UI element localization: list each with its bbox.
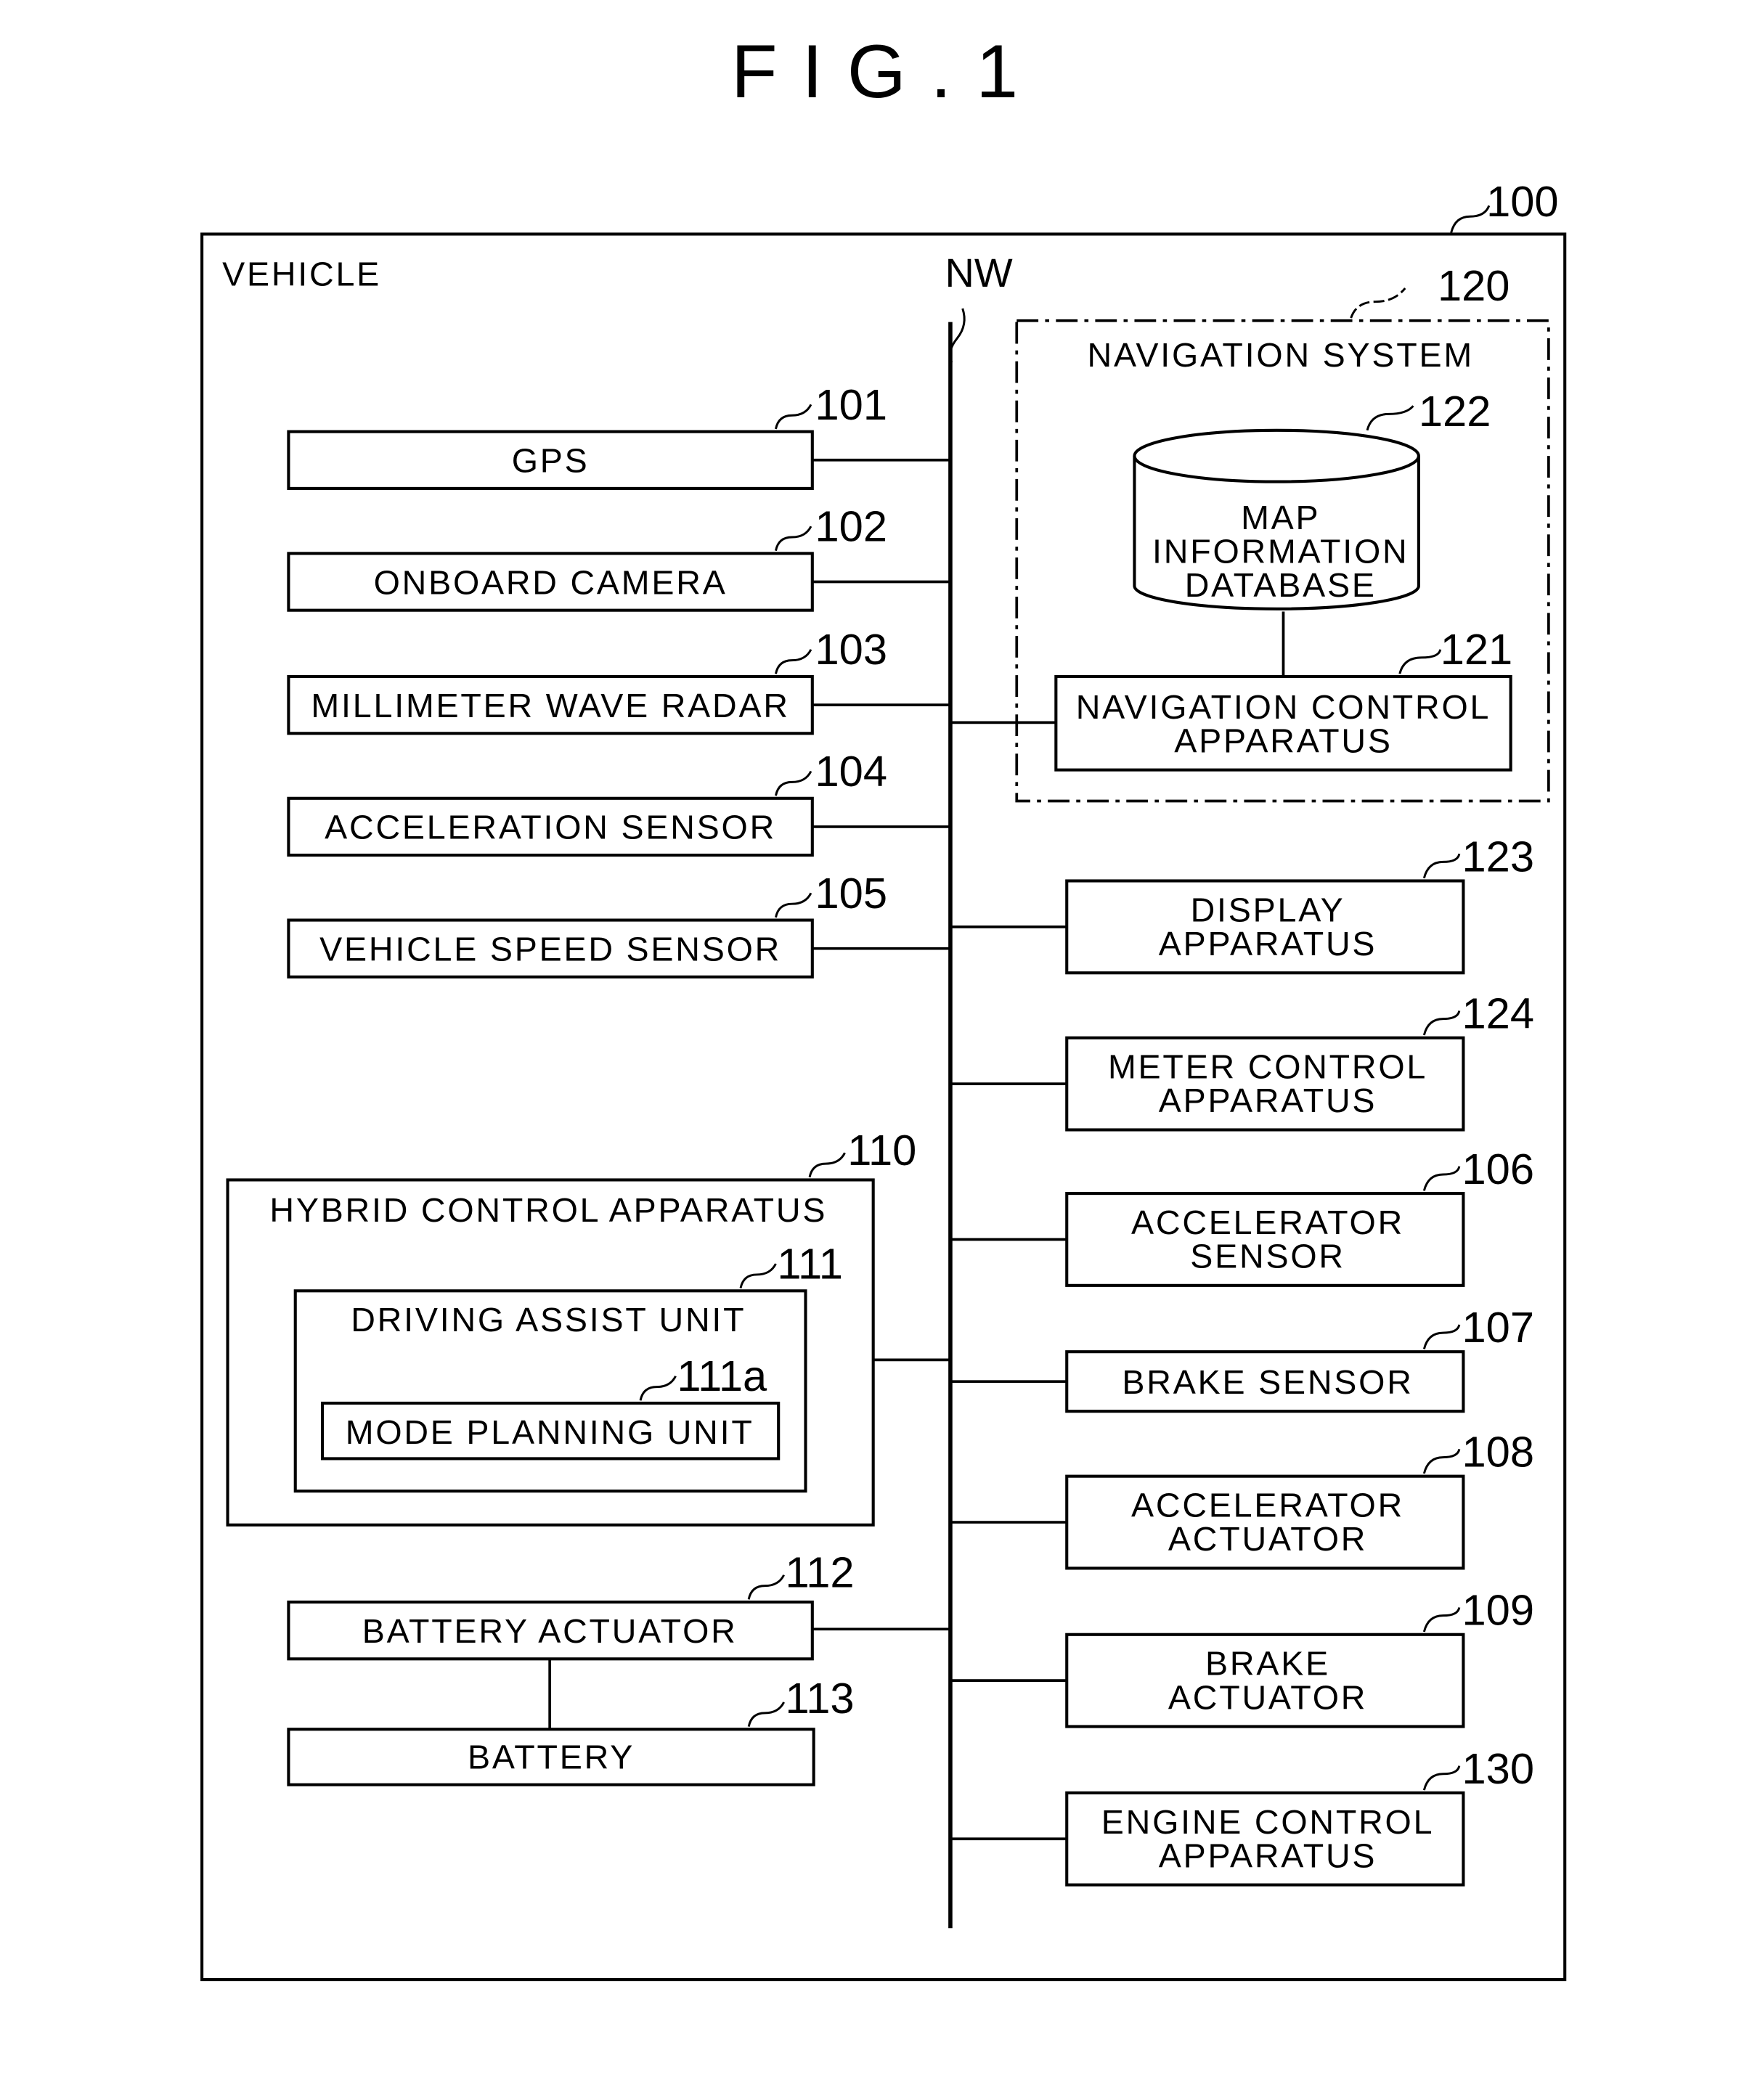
component-label-line: ENGINE CONTROL: [1101, 1803, 1435, 1841]
battery-actuator-ref: 112: [786, 1548, 855, 1597]
navigation-system-ref: 120: [1438, 261, 1510, 310]
component-label-line: APPARATUS: [1159, 925, 1377, 963]
component-ref: 101: [815, 380, 887, 429]
hybrid-control-ref: 110: [847, 1126, 916, 1174]
hybrid-control-label: HYBRID CONTROL APPARATUS: [269, 1191, 827, 1229]
component-label-line: ACTUATOR: [1168, 1520, 1367, 1558]
engine-control-apparatus-box[interactable]: ENGINE CONTROLAPPARATUS 130: [950, 1744, 1534, 1887]
ref-leader: [1366, 405, 1414, 431]
nav-control-ref: 121: [1441, 625, 1512, 674]
brake-actuator-box[interactable]: BRAKEACTUATOR 109: [950, 1586, 1534, 1728]
ref-leader: [1422, 1449, 1461, 1474]
component-label: ACCELERATION SENSOR: [325, 809, 776, 846]
component-ref: 130: [1462, 1744, 1534, 1793]
component-label-line: DISPLAY: [1191, 891, 1345, 928]
database-line-2: INFORMATION: [1152, 532, 1409, 570]
component-ref: 105: [815, 869, 887, 918]
ref-leader: [808, 1152, 846, 1178]
ref-leader: [775, 770, 812, 796]
meter-control-apparatus-box[interactable]: METER CONTROLAPPARATUS 124: [950, 989, 1534, 1132]
component-label: VEHICLE SPEED SENSOR: [319, 930, 781, 968]
component-label-line: SENSOR: [1190, 1238, 1345, 1275]
ref-leader: [1422, 1324, 1461, 1349]
ref-leader: [775, 404, 812, 430]
millimeter-wave-radar-box[interactable]: MILLIMETER WAVE RADAR 103: [287, 625, 950, 735]
component-label: ONBOARD CAMERA: [374, 563, 728, 601]
acceleration-sensor-box[interactable]: ACCELERATION SENSOR 104: [287, 747, 950, 857]
driving-assist-label: DRIVING ASSIST UNIT: [351, 1301, 746, 1339]
ref-leader: [1422, 853, 1461, 879]
battery[interactable]: BATTERY 113: [287, 1674, 855, 1786]
navigation-system-label: NAVIGATION SYSTEM: [1088, 336, 1475, 374]
display-apparatus-box[interactable]: DISPLAYAPPARATUS 123: [950, 832, 1534, 975]
ref-leader: [1398, 649, 1442, 674]
nav-control-line-1: NAVIGATION CONTROL: [1076, 688, 1491, 726]
ref-leader: [1422, 1765, 1461, 1791]
mode-planning-label: MODE PLANNING UNIT: [346, 1413, 754, 1451]
component-ref: 109: [1462, 1586, 1534, 1635]
component-label: GPS: [512, 442, 590, 480]
component-ref: 102: [815, 502, 887, 551]
ref-leader: [1450, 205, 1491, 234]
vehicle-ref: 100: [1486, 177, 1558, 226]
battery-actuator-label: BATTERY ACTUATOR: [362, 1612, 738, 1650]
battery-label: BATTERY: [468, 1738, 635, 1776]
database-ref: 122: [1419, 387, 1491, 436]
component-ref: 103: [815, 625, 887, 674]
ref-leader: [775, 892, 812, 918]
map-information-database[interactable]: MAP INFORMATION DATABASE 122: [1133, 387, 1491, 610]
accelerator-sensor-box[interactable]: ACCELERATORSENSOR 106: [950, 1145, 1534, 1287]
component-label-line: BRAKE SENSOR: [1122, 1363, 1413, 1401]
gps-box[interactable]: GPS 101: [287, 380, 950, 490]
vehicle-block-diagram: FIG.1 VEHICLE 100 NW GPS 101 ONBOARD CAMER…: [200, 30, 1567, 1982]
driving-assist-ref: 111: [777, 1240, 843, 1288]
component-label-line: BRAKE: [1205, 1645, 1330, 1683]
database-line-1: MAP: [1241, 499, 1320, 536]
network-bus: NW: [945, 250, 1013, 1929]
accelerator-actuator-box[interactable]: ACCELERATORACTUATOR 108: [950, 1428, 1534, 1570]
ref-leader: [1422, 1607, 1461, 1633]
component-label-line: METER CONTROL: [1108, 1048, 1427, 1086]
component-label-line: APPARATUS: [1159, 1082, 1377, 1119]
nav-control-line-2: APPARATUS: [1174, 722, 1392, 759]
component-ref: 106: [1462, 1145, 1534, 1193]
ref-leader: [1422, 1010, 1461, 1036]
navigation-system: NAVIGATION SYSTEM 120 MAP INFORMATION DA…: [950, 261, 1550, 803]
component-ref: 123: [1462, 832, 1534, 881]
figure-title: FIG.1: [731, 30, 1043, 114]
vehicle-label: VEHICLE: [222, 255, 381, 293]
component-ref: 108: [1462, 1428, 1534, 1476]
component-label: MILLIMETER WAVE RADAR: [311, 687, 789, 724]
mode-planning-ref: 111a: [677, 1352, 767, 1400]
ref-leader: [1422, 1166, 1461, 1191]
ref-leader: [747, 1701, 785, 1727]
component-label-line: ACCELERATOR: [1131, 1487, 1404, 1524]
ref-leader: [747, 1574, 785, 1600]
ref-leader: [775, 526, 812, 552]
onboard-camera-box[interactable]: ONBOARD CAMERA 102: [287, 502, 950, 612]
ref-leader: [1350, 287, 1406, 319]
component-ref: 104: [815, 747, 887, 796]
battery-ref: 113: [786, 1674, 855, 1723]
component-label-line: ACCELERATOR: [1131, 1204, 1404, 1241]
database-line-3: DATABASE: [1185, 566, 1377, 604]
component-ref: 124: [1462, 989, 1534, 1038]
ref-leader: [775, 649, 812, 674]
vehicle-speed-sensor-box[interactable]: VEHICLE SPEED SENSOR 105: [287, 869, 950, 978]
component-label-line: ACTUATOR: [1168, 1678, 1367, 1716]
network-label: NW: [945, 250, 1012, 295]
component-label-line: APPARATUS: [1159, 1837, 1377, 1874]
component-ref: 107: [1462, 1303, 1534, 1352]
brake-sensor-box[interactable]: BRAKE SENSOR 107: [950, 1303, 1534, 1413]
